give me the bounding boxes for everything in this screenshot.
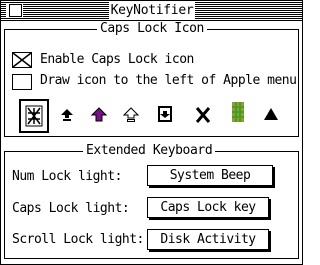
extended-keyboard-group-label: Extended Keyboard [83,143,216,158]
keyboard-pattern-icon[interactable] [19,99,49,133]
left-of-apple-checkbox[interactable] [12,74,32,90]
green-grid-icon[interactable] [226,100,250,124]
corner-arrow-icon[interactable] [153,102,177,126]
close-box[interactable] [9,4,22,17]
enable-caps-lock-label[interactable]: Enable Caps Lock icon [40,52,194,68]
scroll-lock-popup[interactable]: Disk Activity [147,229,269,250]
purple-arrow-up-icon[interactable] [87,103,111,127]
arrow-up-bar-icon[interactable] [55,103,79,127]
scroll-lock-label: Scroll Lock light: [12,232,144,247]
keynotifier-window: KeyNotifier Caps Lock Icon Enable Caps L… [0,0,303,265]
caps-lock-light-label: Caps Lock light: [12,201,130,216]
num-lock-popup[interactable]: System Beep [147,165,273,186]
checkbox-x-mark-icon [13,53,31,67]
left-of-apple-label[interactable]: Draw icon to the left of Apple menu [40,73,297,89]
caps-lock-icon-group-label: Caps Lock Icon [97,21,207,36]
caps-lock-light-popup[interactable]: Caps Lock key [147,197,269,218]
outline-arrow-up-icon[interactable] [119,103,143,127]
window-title: KeyNotifier [109,2,195,19]
triangle-up-icon[interactable] [259,102,283,126]
num-lock-label: Num Lock light: [12,169,122,184]
title-bar[interactable]: KeyNotifier [1,1,302,21]
enable-caps-lock-checkbox[interactable] [12,52,32,68]
x-letter-icon[interactable] [191,103,215,127]
